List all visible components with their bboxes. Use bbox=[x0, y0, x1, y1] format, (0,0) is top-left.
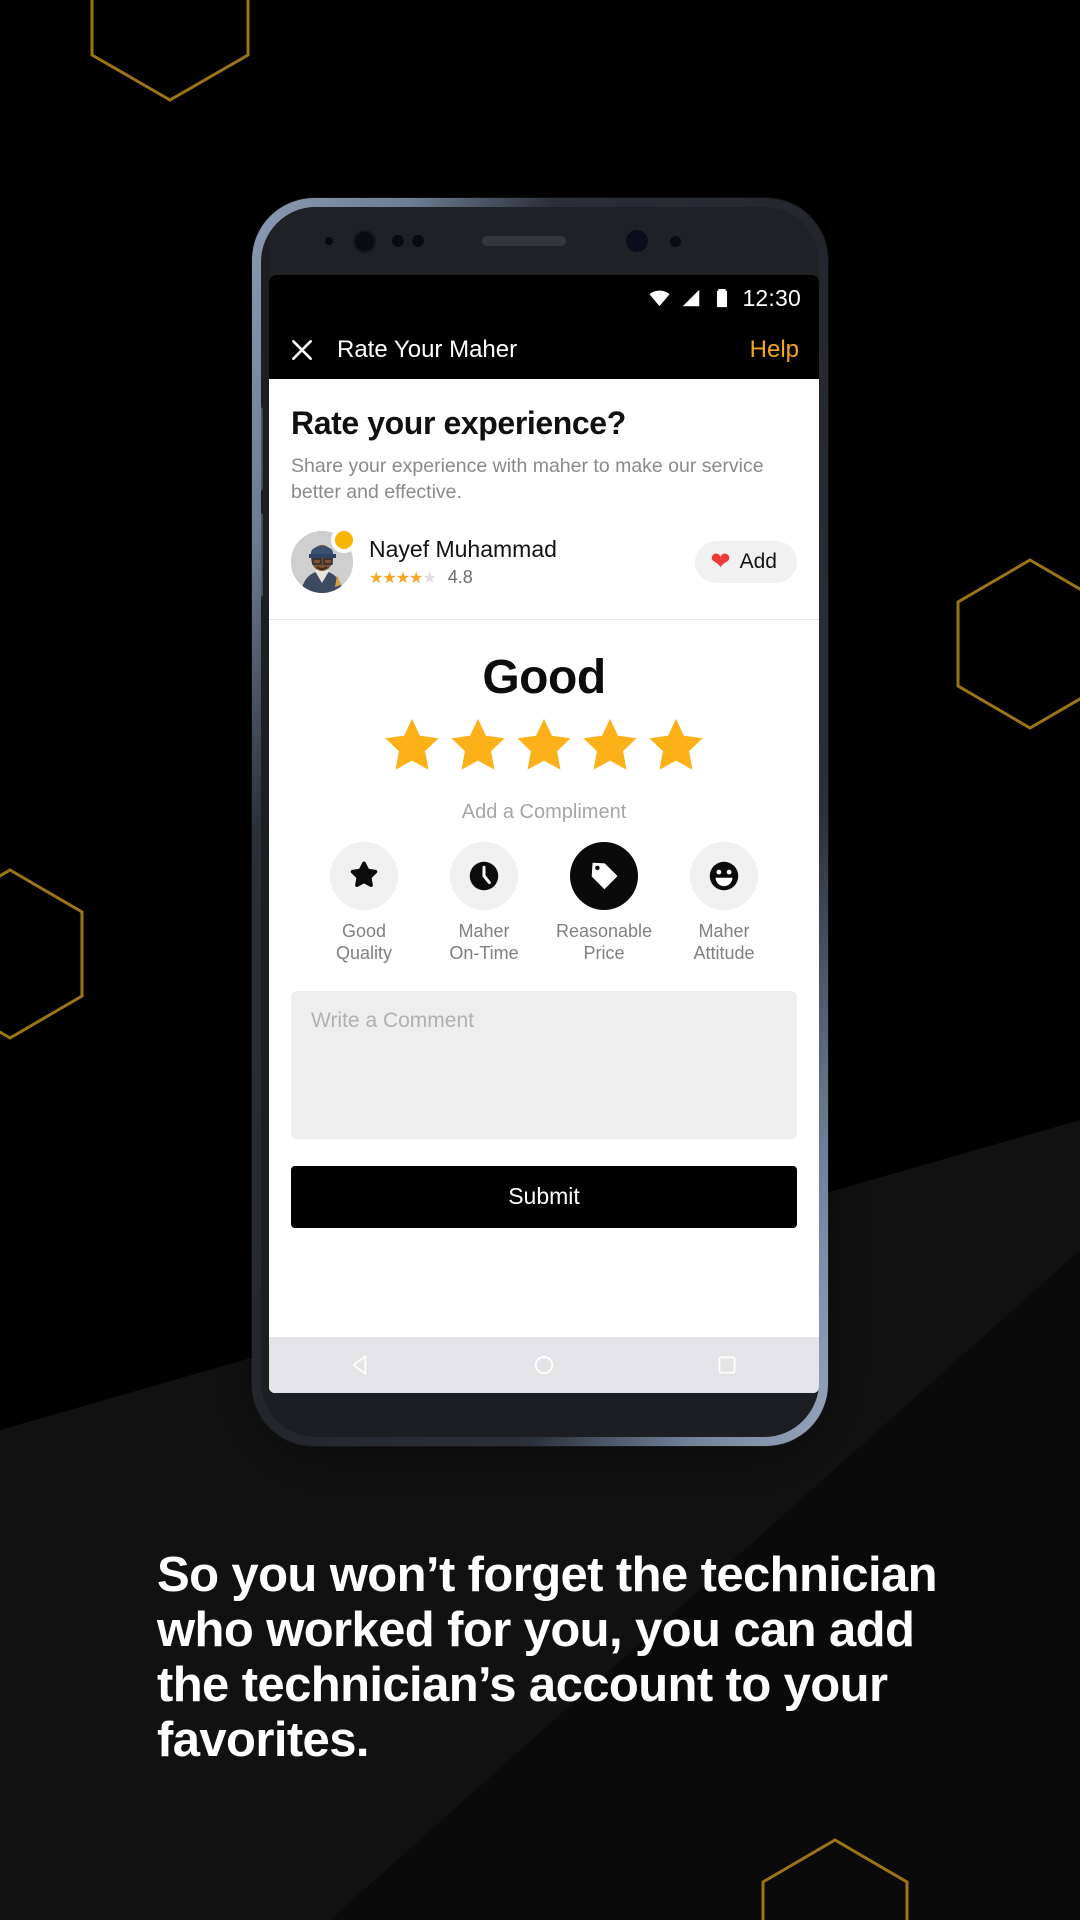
front-camera-icon bbox=[353, 229, 376, 253]
chip-label: Maher On-Time bbox=[429, 921, 539, 964]
technician-name: Nayef Muhammad bbox=[369, 536, 557, 563]
price-tag-icon bbox=[591, 863, 618, 890]
avatar bbox=[291, 527, 357, 594]
iris-sensor-icon bbox=[412, 235, 424, 247]
secondary-camera-icon bbox=[626, 230, 648, 252]
screen-content: Rate your experience? Share your experie… bbox=[269, 379, 819, 1337]
circle-home-icon[interactable] bbox=[531, 1352, 557, 1378]
light-sensor-icon bbox=[392, 235, 404, 247]
chip-label-line1: Maher bbox=[458, 921, 510, 942]
phone-screen: 12:30 Rate Your Maher Help Rate your exp… bbox=[269, 275, 819, 1393]
hexagon-left-mid bbox=[0, 868, 84, 1040]
help-link[interactable]: Help bbox=[750, 336, 799, 364]
chip-label-line2: Attitude bbox=[693, 943, 755, 964]
technician-rating: ★★★★★ 4.8 bbox=[369, 567, 557, 588]
star-icon-1[interactable] bbox=[383, 715, 441, 773]
smiley-face-icon bbox=[709, 862, 739, 891]
earpiece-speaker bbox=[482, 236, 566, 246]
proximity-sensor-icon bbox=[325, 237, 333, 245]
chip-icon-wrap bbox=[330, 842, 398, 911]
add-favorite-button[interactable]: ❤ Add bbox=[694, 541, 797, 584]
chip-label-line1: Good bbox=[341, 921, 387, 942]
chip-icon-wrap bbox=[450, 842, 518, 911]
add-favorite-label: Add bbox=[739, 550, 777, 574]
app-header: Rate Your Maher Help bbox=[269, 321, 819, 379]
hexagon-right-mid bbox=[956, 558, 1080, 730]
phone-bezel: 12:30 Rate Your Maher Help Rate your exp… bbox=[261, 207, 819, 1437]
phone-mockup: 12:30 Rate Your Maher Help Rate your exp… bbox=[252, 198, 828, 1446]
status-time: 12:30 bbox=[742, 284, 801, 311]
star-icon bbox=[350, 861, 378, 888]
comment-input[interactable] bbox=[291, 990, 797, 1139]
compliment-chip-maher-attitude[interactable]: Maher Attitude bbox=[669, 842, 779, 964]
led-indicator-icon bbox=[670, 235, 681, 247]
star-icon-4[interactable] bbox=[581, 715, 639, 773]
volume-up-button[interactable] bbox=[261, 407, 263, 491]
compliment-chip-reasonable-price[interactable]: Reasonable Price bbox=[549, 842, 659, 964]
technician-row: Nayef Muhammad ★★★★★ 4.8 ❤ Add bbox=[291, 527, 797, 619]
chip-label: Maher Attitude bbox=[669, 921, 779, 964]
chip-label-line2: Quality bbox=[335, 943, 393, 964]
star-icon-3[interactable] bbox=[515, 715, 573, 773]
square-recents-icon[interactable] bbox=[714, 1352, 740, 1378]
star-rating-input[interactable] bbox=[291, 715, 797, 773]
intro-heading: Rate your experience? bbox=[291, 405, 626, 441]
chip-icon-wrap bbox=[570, 842, 638, 911]
compliment-chip-good-quality[interactable]: Good Quality bbox=[309, 842, 419, 964]
heart-icon: ❤ bbox=[710, 548, 731, 576]
verified-badge-icon bbox=[331, 527, 357, 554]
android-nav-bar bbox=[269, 1337, 819, 1393]
star-icon-5[interactable] bbox=[647, 715, 705, 773]
intro-subtitle: Share your experience with maher to make… bbox=[291, 455, 764, 503]
chip-label-line2: On-Time bbox=[449, 943, 519, 964]
clock-icon bbox=[469, 862, 499, 891]
chip-icon-wrap bbox=[690, 842, 758, 911]
chip-label-line1: Reasonable bbox=[555, 921, 653, 942]
promo-caption: So you won’t forget the technician who w… bbox=[157, 1548, 938, 1767]
hexagon-top-left bbox=[90, 0, 250, 102]
cellular-signal-icon bbox=[683, 289, 700, 307]
volume-down-button[interactable] bbox=[261, 513, 263, 597]
rating-section: Good Add a Compliment Good Quality Maher… bbox=[269, 620, 819, 964]
phone-top-sensor-strip bbox=[269, 207, 819, 275]
compliment-section-label: Add a Compliment bbox=[461, 801, 627, 824]
rating-value: 4.8 bbox=[447, 567, 473, 588]
battery-icon bbox=[717, 289, 728, 308]
star-icon-2[interactable] bbox=[449, 715, 507, 773]
page-title: Rate Your Maher bbox=[337, 336, 518, 363]
hexagon-bottom-right bbox=[761, 1838, 909, 1920]
compliment-chip-maher-on-time[interactable]: Maher On-Time bbox=[429, 842, 539, 964]
phone-frame: 12:30 Rate Your Maher Help Rate your exp… bbox=[252, 198, 828, 1446]
chip-label-line1: Maher bbox=[698, 921, 750, 942]
mini-stars-icon: ★★★★★ bbox=[369, 569, 437, 587]
wifi-icon bbox=[649, 290, 670, 306]
comment-section bbox=[269, 965, 819, 1144]
technician-info: Nayef Muhammad ★★★★★ 4.8 bbox=[369, 536, 557, 588]
compliment-chip-list: Good Quality Maher On-Time Reasonable Pr… bbox=[291, 842, 797, 964]
promo-screenshot: 12:30 Rate Your Maher Help Rate your exp… bbox=[0, 0, 1080, 1920]
intro-section: Rate your experience? Share your experie… bbox=[269, 379, 819, 619]
submit-section: Submit bbox=[269, 1144, 819, 1252]
submit-button[interactable]: Submit bbox=[291, 1165, 797, 1228]
close-icon[interactable] bbox=[289, 337, 315, 363]
triangle-back-icon[interactable] bbox=[348, 1352, 374, 1378]
chip-label-line2: Price bbox=[583, 943, 625, 964]
rating-word: Good bbox=[482, 651, 606, 705]
chip-label: Reasonable Price bbox=[549, 921, 659, 964]
chip-label: Good Quality bbox=[309, 921, 419, 964]
status-bar: 12:30 bbox=[269, 275, 819, 321]
